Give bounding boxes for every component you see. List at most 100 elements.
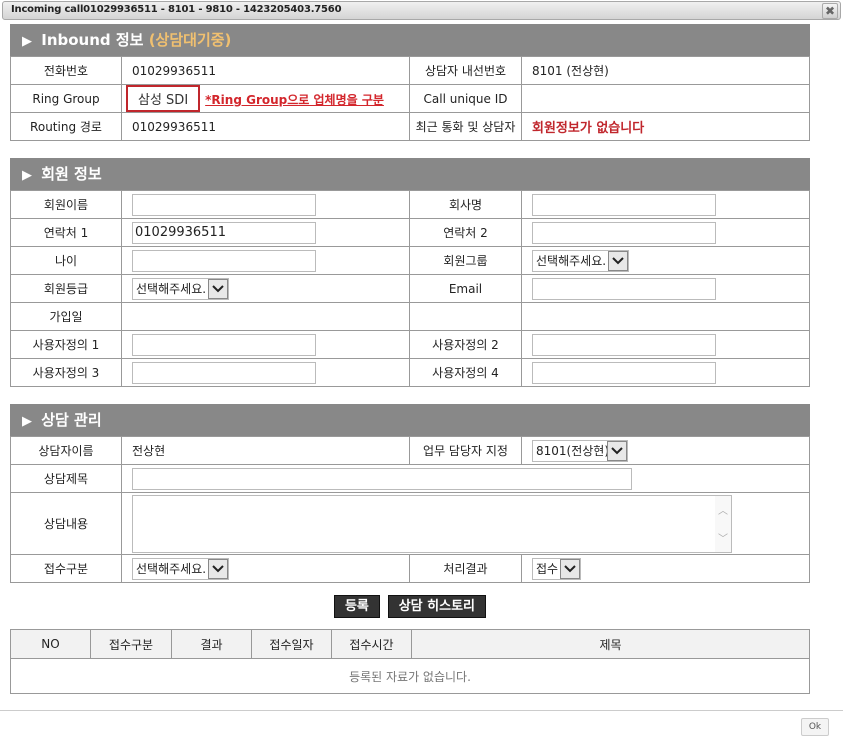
custom1-input[interactable]: [132, 333, 316, 356]
email-label: Email: [409, 274, 522, 303]
result-label: 처리결과: [409, 554, 522, 583]
col-header: 접수일자: [251, 629, 332, 659]
assign-select[interactable]: 8101(전상현): [532, 439, 628, 462]
assign-selected: 8101(전상현): [536, 444, 610, 458]
contact1-label: 연락처 1: [10, 218, 122, 247]
col-header: 제목: [411, 629, 810, 659]
content-label: 상담내용: [10, 492, 122, 555]
recent-message: 회원정보가 없습니다: [532, 121, 645, 136]
type-selected: 선택해주세요.: [136, 562, 207, 576]
table-row: 등록된 자료가 없습니다.: [10, 658, 810, 694]
grade-selected: 선택해주세요.: [136, 282, 207, 296]
join-date-value: [121, 302, 410, 331]
group-label: 회원그룹: [409, 246, 522, 275]
recent-label: 최근 통화 및 상담자: [409, 112, 522, 141]
history-header-row: NO 접수구분 결과 접수일자 접수시간 제목: [10, 629, 810, 659]
routing-value: 01029936511: [121, 112, 410, 141]
agent-name-label: 상담자이름: [10, 436, 122, 465]
chevron-down-icon[interactable]: [208, 278, 229, 299]
age-input[interactable]: [132, 249, 316, 272]
chevron-down-icon[interactable]: [560, 558, 581, 579]
agent-ext-value: 8101 (전상현): [521, 56, 810, 85]
inbound-title: Inbound 정보: [41, 31, 144, 49]
consult-header: ▶ 상담 관리: [10, 404, 810, 436]
subject-label: 상담제목: [10, 464, 122, 493]
contact2-input[interactable]: [532, 221, 716, 244]
grade-label: 회원등급: [10, 274, 122, 303]
call-uid-value: [521, 84, 810, 113]
member-section: ▶ 회원 정보 회원이름 회사명 연락처 1 연락처 2 나이 회원그룹 선택해…: [10, 158, 810, 387]
member-name-input[interactable]: [132, 193, 316, 216]
triangle-icon: ▶: [22, 168, 32, 183]
chevron-down-icon[interactable]: [208, 558, 229, 579]
empty-label: [409, 302, 522, 331]
age-label: 나이: [10, 246, 122, 275]
type-select[interactable]: 선택해주세요.: [132, 557, 230, 580]
ring-group-note[interactable]: *Ring Group으로 업체명을 구분: [205, 93, 384, 107]
company-input[interactable]: [532, 193, 716, 216]
chevron-down-icon[interactable]: [607, 440, 627, 461]
grade-select[interactable]: 선택해주세요.: [132, 277, 230, 300]
history-table: NO 접수구분 결과 접수일자 접수시간 제목 등록된 자료가 없습니다.: [10, 629, 810, 694]
contact1-input[interactable]: [132, 221, 316, 244]
custom1-label: 사용자정의 1: [10, 330, 122, 359]
type-label: 접수구분: [10, 554, 122, 583]
window-title: Incoming call01029936511 - 8101 - 9810 -…: [11, 4, 342, 15]
inbound-section: ▶ Inbound 정보 (상담대기중) 전화번호 01029936511 상담…: [10, 24, 810, 141]
subject-input[interactable]: [132, 467, 632, 490]
inbound-status: (상담대기중): [148, 31, 232, 49]
custom2-label: 사용자정의 2: [409, 330, 522, 359]
phone-label: 전화번호: [10, 56, 122, 85]
consult-title: 상담 관리: [41, 411, 102, 429]
custom4-input[interactable]: [532, 361, 716, 384]
register-button[interactable]: 등록: [333, 595, 380, 618]
agent-ext-label: 상담자 내선번호: [409, 56, 522, 85]
chevron-down-icon[interactable]: ﹀: [718, 530, 728, 545]
member-name-label: 회원이름: [10, 190, 122, 219]
custom3-input[interactable]: [132, 361, 316, 384]
close-icon[interactable]: ✖: [822, 3, 838, 19]
triangle-icon: ▶: [22, 34, 32, 49]
content-textarea[interactable]: ︿ ﹀: [132, 494, 732, 553]
result-select[interactable]: 접수: [532, 557, 582, 580]
inbound-header: ▶ Inbound 정보 (상담대기중): [10, 24, 810, 56]
textarea-scrollbar[interactable]: ︿ ﹀: [715, 495, 731, 552]
agent-name-value: 전상현: [121, 436, 410, 465]
routing-label: Routing 경로: [10, 112, 122, 141]
col-header: NO: [10, 629, 91, 659]
chevron-down-icon[interactable]: [608, 250, 629, 271]
consult-table: 상담자이름 전상현 업무 담당자 지정 8101(전상현) 상담제목 상담내용 …: [10, 436, 810, 583]
member-header: ▶ 회원 정보: [10, 158, 810, 190]
join-date-label: 가입일: [10, 302, 122, 331]
triangle-icon: ▶: [22, 414, 32, 429]
footer-divider: [0, 710, 843, 711]
ring-group-value: 삼성 SDI: [126, 85, 201, 112]
member-title: 회원 정보: [41, 165, 102, 183]
consult-section: ▶ 상담 관리 상담자이름 전상현 업무 담당자 지정 8101(전상현) 상담…: [10, 404, 810, 583]
contact2-label: 연락처 2: [409, 218, 522, 247]
inbound-table: 전화번호 01029936511 상담자 내선번호 8101 (전상현) Rin…: [10, 56, 810, 141]
group-selected: 선택해주세요.: [536, 254, 607, 268]
call-uid-label: Call unique ID: [409, 84, 522, 113]
chevron-up-icon[interactable]: ︿: [718, 502, 728, 517]
history-button[interactable]: 상담 히스토리: [387, 595, 487, 618]
col-header: 접수시간: [331, 629, 412, 659]
custom2-input[interactable]: [532, 333, 716, 356]
result-selected: 접수: [536, 562, 559, 576]
email-input[interactable]: [532, 277, 716, 300]
assign-label: 업무 담당자 지정: [409, 436, 522, 465]
group-select[interactable]: 선택해주세요.: [532, 249, 630, 272]
ring-group-label: Ring Group: [10, 84, 122, 113]
recent-value: 회원정보가 없습니다: [521, 112, 810, 141]
custom3-label: 사용자정의 3: [10, 358, 122, 387]
col-header: 접수구분: [90, 629, 172, 659]
ok-button[interactable]: Ok: [801, 718, 829, 736]
member-table: 회원이름 회사명 연락처 1 연락처 2 나이 회원그룹 선택해주세요. 회원등…: [10, 190, 810, 387]
window-titlebar: Incoming call01029936511 - 8101 - 9810 -…: [2, 1, 841, 20]
ring-group-cell: 삼성 SDI *Ring Group으로 업체명을 구분: [121, 84, 410, 113]
action-buttons: 등록 상담 히스토리: [0, 595, 820, 618]
empty-value: [521, 302, 810, 331]
empty-message: 등록된 자료가 없습니다.: [10, 658, 810, 694]
custom4-label: 사용자정의 4: [409, 358, 522, 387]
col-header: 결과: [171, 629, 252, 659]
